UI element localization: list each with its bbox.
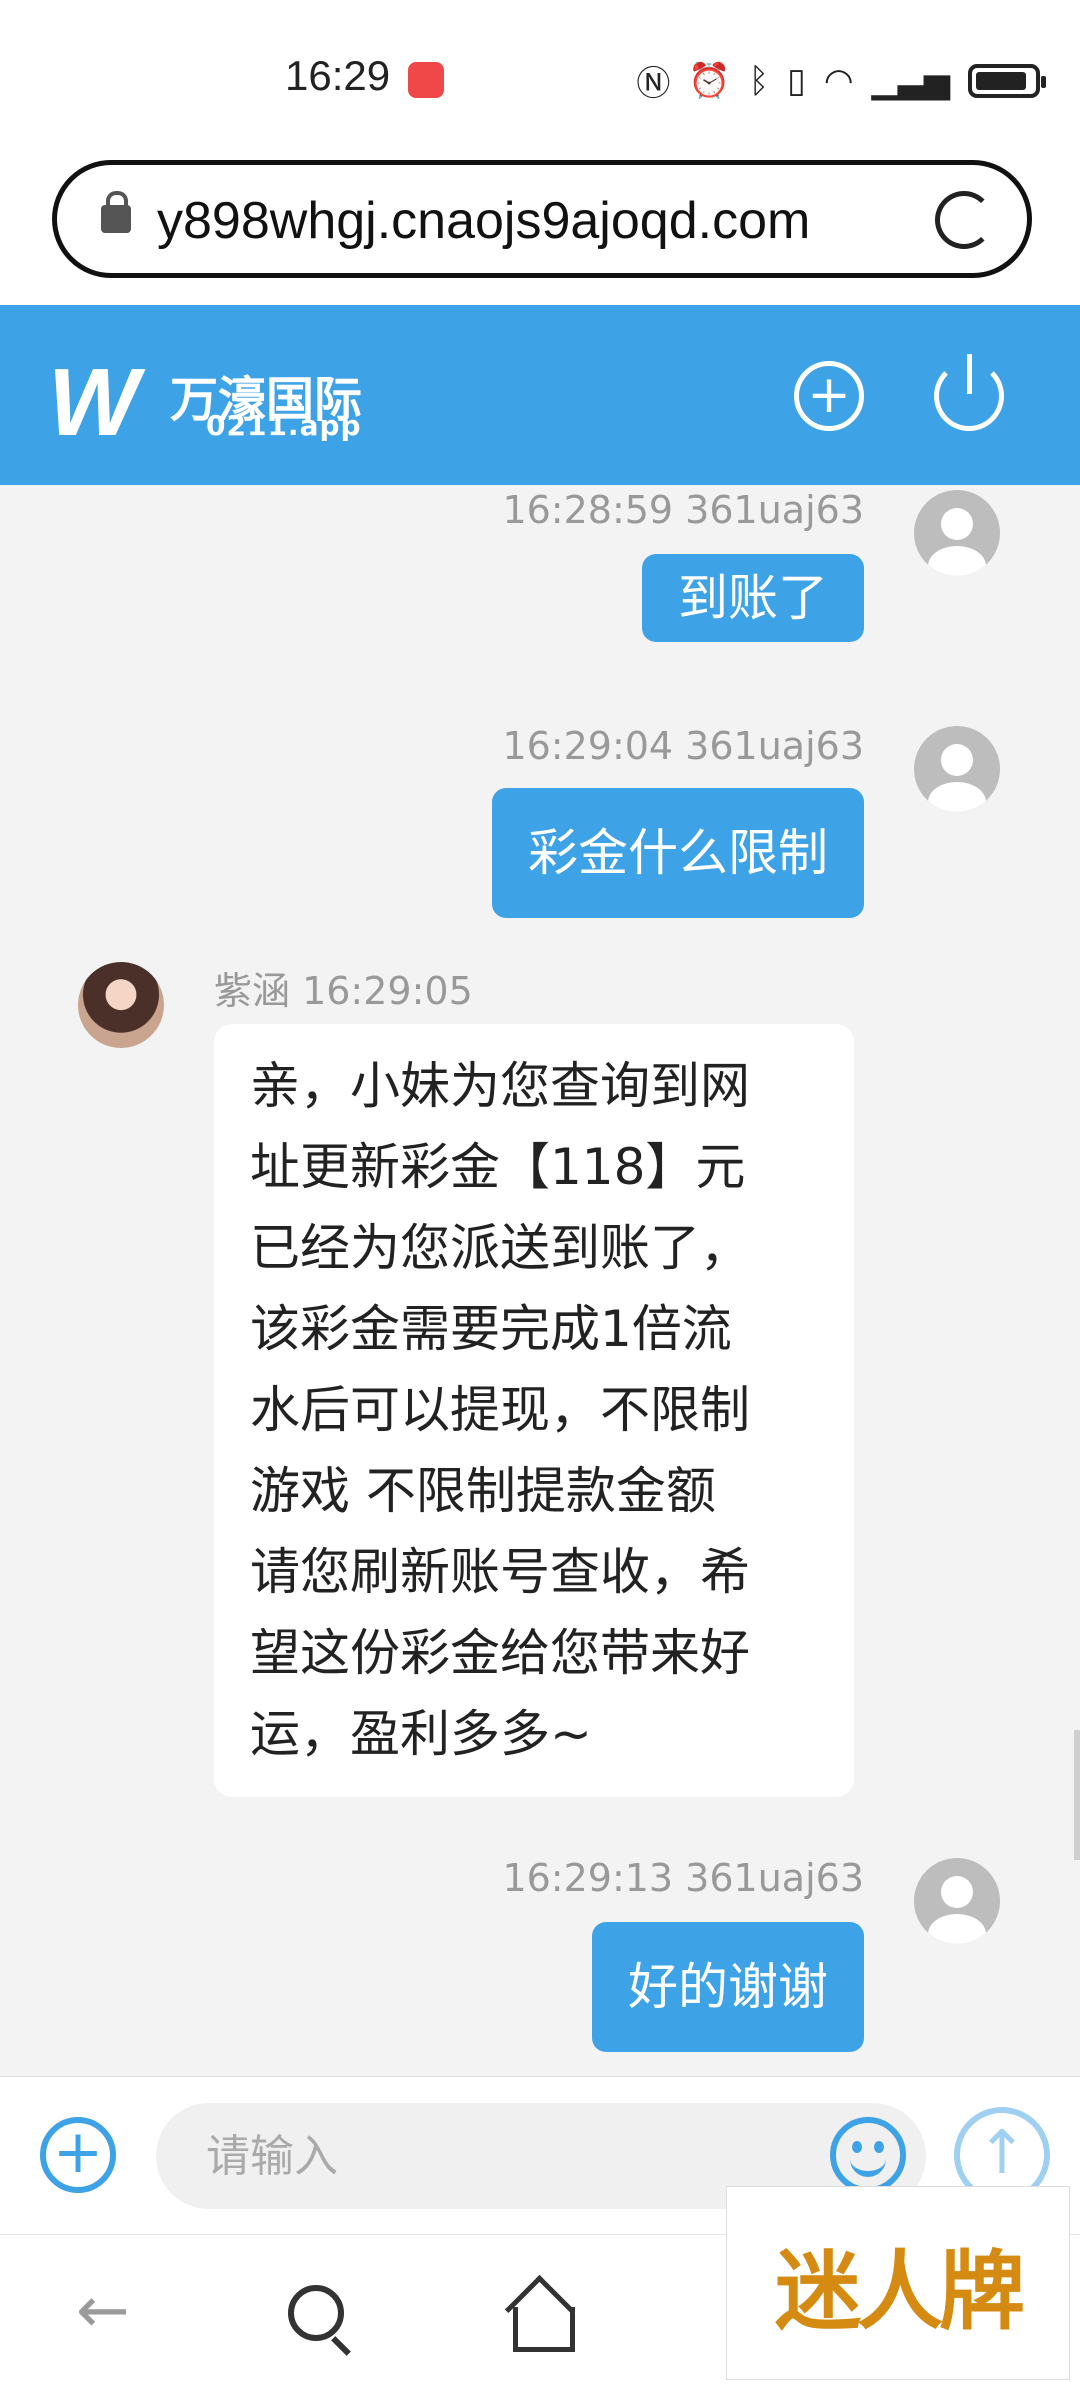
message-meta: 紫涵 16:29:05 (214, 969, 473, 1013)
status-time: 16:29 (285, 52, 391, 99)
message-bubble-incoming: 亲，小妹为您查询到网 址更新彩金【118】元 已经为您派送到账了， 该彩金需要完… (214, 1024, 854, 1797)
chat-header: W 万濠国际 0211.app + (0, 305, 1080, 485)
signal-5g-icon: ▁▃▅ (871, 60, 950, 101)
message-bubble-outgoing: 到账了 (642, 554, 864, 642)
nfc-icon: Ⓝ (636, 64, 671, 104)
message-meta: 16:28:59 361uaj63 (502, 488, 864, 532)
message-bubble-outgoing: 彩金什么限制 (492, 788, 864, 918)
watermark-logo: 迷人牌 (726, 2186, 1070, 2380)
scrollbar[interactable] (1074, 1730, 1080, 1860)
back-icon[interactable]: ← (76, 2279, 130, 2343)
status-icons: Ⓝ ⏰ ᛒ ▯ ◠ ▁▃▅ (636, 56, 1046, 105)
alarm-icon: ⏰ (688, 60, 731, 101)
url-field[interactable]: y898whgj.cnaojs9ajoqd.com (52, 160, 1032, 278)
user-avatar (914, 490, 1000, 576)
brand-subtitle: 0211.app (206, 409, 362, 442)
watermark-text: 迷人牌 (775, 2240, 1025, 2342)
app-notification-icon (408, 62, 444, 98)
power-icon[interactable] (934, 354, 1004, 431)
brand-logo-icon: W (48, 349, 139, 456)
emoji-icon[interactable] (830, 2117, 906, 2193)
attach-add-button[interactable]: + (40, 2117, 116, 2193)
vibrate-icon: ▯ (787, 60, 806, 101)
reload-icon[interactable] (935, 191, 993, 249)
wifi-icon: ◠ (823, 60, 854, 101)
battery-icon (968, 63, 1046, 98)
message-bubble-outgoing: 好的谢谢 (592, 1922, 864, 2052)
agent-avatar (78, 962, 164, 1048)
message-meta: 16:29:04 361uaj63 (502, 724, 864, 768)
browser-address-bar: y898whgj.cnaojs9ajoqd.com (0, 150, 1080, 305)
user-avatar (914, 1858, 1000, 1944)
user-avatar (914, 726, 1000, 812)
url-text: y898whgj.cnaojs9ajoqd.com (157, 192, 811, 250)
bluetooth-icon: ᛒ (748, 60, 770, 101)
lock-icon (101, 191, 131, 233)
search-icon[interactable] (288, 2285, 344, 2341)
status-bar: 16:29 Ⓝ ⏰ ᛒ ▯ ◠ ▁▃▅ (0, 0, 1080, 150)
add-button[interactable]: + (794, 361, 864, 431)
message-meta: 16:29:13 361uaj63 (502, 1856, 864, 1900)
home-icon[interactable] (505, 2281, 575, 2352)
